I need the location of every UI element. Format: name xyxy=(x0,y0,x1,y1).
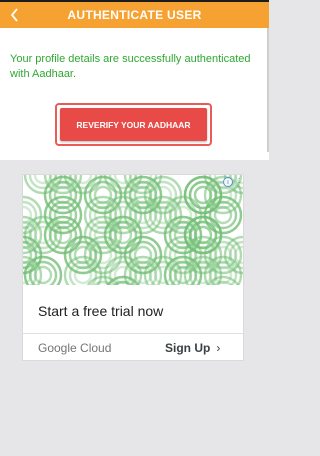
chevron-left-icon xyxy=(10,8,18,22)
success-message: Your profile details are successfully au… xyxy=(10,53,251,80)
app-bar: AUTHENTICATE USER xyxy=(0,2,269,28)
reverify-aadhaar-button[interactable]: REVERIFY YOUR AADHAAR xyxy=(55,103,212,146)
ad-headline[interactable]: Start a free trial now xyxy=(38,303,163,319)
ad-image[interactable] xyxy=(23,175,243,285)
ad-pattern xyxy=(23,175,243,285)
sign-up-button[interactable]: Sign Up › xyxy=(165,341,220,355)
page-title: AUTHENTICATE USER xyxy=(67,8,202,22)
sign-up-label: Sign Up xyxy=(165,341,211,355)
auth-status-card: Your profile details are successfully au… xyxy=(0,28,269,160)
back-button[interactable] xyxy=(5,2,23,28)
info-icon[interactable]: i xyxy=(223,177,233,187)
ad-advertiser[interactable]: Google Cloud xyxy=(38,341,111,355)
chevron-right-icon: › xyxy=(216,341,221,355)
scrollbar[interactable] xyxy=(267,28,269,152)
ad-divider xyxy=(23,333,243,334)
reverify-button-label: REVERIFY YOUR AADHAAR xyxy=(60,108,207,141)
more-vert-icon[interactable]: · · · xyxy=(236,174,242,191)
ad-card[interactable]: i · · · Start a free trial now Google Clou… xyxy=(22,174,244,361)
